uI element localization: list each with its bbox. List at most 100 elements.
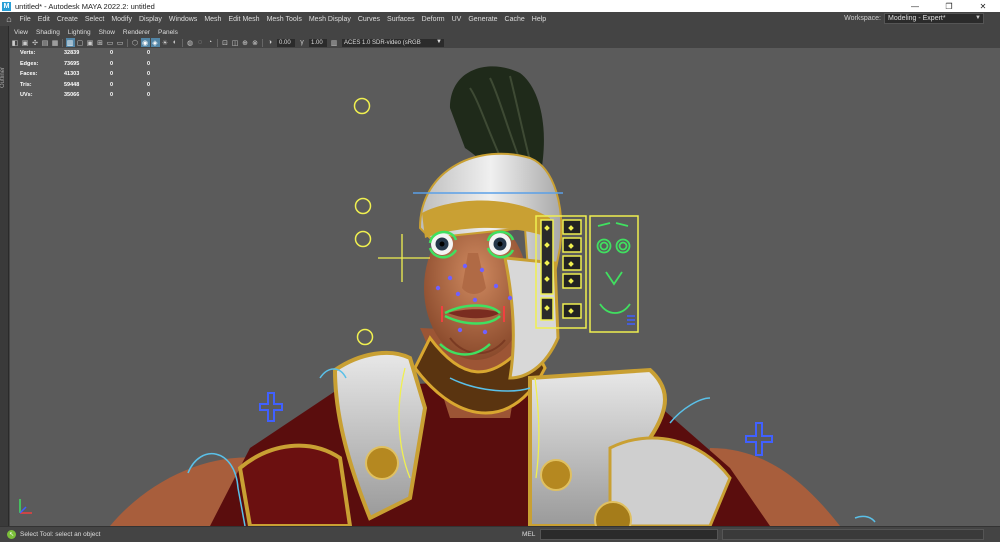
menu-cache[interactable]: Cache (501, 16, 528, 23)
panel-menu-panels[interactable]: Panels (154, 29, 182, 36)
menu-surfaces[interactable]: Surfaces (384, 16, 419, 23)
xray-joints-icon[interactable]: ⊕ (241, 38, 250, 47)
camera-attributes-icon[interactable]: ▣ (21, 38, 30, 47)
menu-mesh[interactable]: Mesh (201, 16, 225, 23)
minimize-button[interactable]: — (898, 0, 932, 12)
menu-deform[interactable]: Deform (418, 16, 448, 23)
menu-mesh-display[interactable]: Mesh Display (305, 16, 354, 23)
poly-count-hud: Verts: 32839 0 0 Edges: 73695 0 0 Faces:… (20, 48, 167, 101)
gamma-icon[interactable]: γ (298, 38, 307, 47)
isolate-select-icon[interactable]: ⊡ (221, 38, 230, 47)
chevron-down-icon: ▼ (436, 38, 442, 45)
yellow-circle-controls (353, 97, 374, 346)
menu-create[interactable]: Create (53, 16, 81, 23)
panel-menu-renderer[interactable]: Renderer (119, 29, 154, 36)
select-tool-icon: ↖ (7, 530, 16, 539)
home-icon[interactable]: ⌂ (2, 12, 16, 26)
outliner-label: Outliner (0, 66, 6, 88)
menu-edit[interactable]: Edit (34, 16, 53, 23)
anti-aliasing-icon[interactable]: ◔ (206, 38, 215, 47)
workspace-control: Workspace: Modeling - Expert* ▼ (844, 13, 984, 24)
field-chart-icon[interactable]: ⊞ (96, 38, 105, 47)
hud-row-faces: Faces: 41303 0 0 (20, 69, 167, 80)
hud-row-verts: Verts: 32839 0 0 (20, 48, 167, 59)
chevron-down-icon: ▼ (975, 15, 981, 21)
hud-value: 0 (147, 92, 151, 99)
window-title: untitled* - Autodesk MAYA 2022.2: untitl… (15, 1, 155, 11)
hud-value: 0 (110, 60, 114, 67)
gate-mask-icon[interactable]: ▣ (86, 38, 95, 47)
hud-value: 0 (147, 60, 151, 67)
panel-menu-show[interactable]: Show (95, 29, 119, 36)
help-text: Select Tool: select an object (20, 531, 101, 538)
main-menu-bar: ⌂ File Edit Create Select Modify Display… (0, 12, 1000, 26)
maya-app-icon: M (2, 1, 11, 11)
workspace-dropdown[interactable]: Modeling - Expert* ▼ (884, 13, 984, 24)
gamma-field[interactable]: 1.00 (309, 38, 327, 47)
hud-value: 0 (147, 71, 151, 78)
grid-icon[interactable]: ▦ (51, 38, 60, 47)
menu-mesh-tools[interactable]: Mesh Tools (263, 16, 305, 23)
outliner-strip[interactable]: Outliner (0, 26, 9, 526)
toolbar-divider (262, 38, 263, 47)
motion-blur-icon[interactable]: ◌ (196, 38, 205, 47)
command-result-field (722, 529, 984, 540)
safe-title-icon[interactable]: ▭ (116, 38, 125, 47)
view-transform-value: ACES 1.0 SDR-video (sRGB (344, 39, 421, 46)
hud-label: Tris: (20, 81, 32, 88)
menu-windows[interactable]: Windows (165, 16, 200, 23)
menu-curves[interactable]: Curves (354, 16, 383, 23)
scene-render (110, 66, 876, 526)
menu-edit-mesh[interactable]: Edit Mesh (225, 16, 263, 23)
perspective-viewport[interactable] (10, 48, 1000, 526)
shadows-icon[interactable]: ◐ (171, 38, 180, 47)
menu-uv[interactable]: UV (448, 16, 465, 23)
hud-value: 41303 (64, 71, 80, 78)
smooth-shade-icon[interactable]: ◉ (140, 38, 150, 47)
xray-components-icon[interactable]: ⊗ (251, 38, 260, 47)
hud-label: Verts: (20, 50, 36, 57)
toolbar-divider (217, 38, 218, 47)
color-management-icon[interactable]: ▥ (330, 38, 339, 47)
title-bar: M untitled* - Autodesk MAYA 2022.2: unti… (0, 0, 1000, 12)
menu-select[interactable]: Select (81, 16, 107, 23)
view-transform-dropdown[interactable]: ACES 1.0 SDR-video (sRGB ▼ (342, 38, 444, 47)
panel-menu-view[interactable]: View (10, 29, 32, 36)
hud-row-edges: Edges: 73695 0 0 (20, 59, 167, 70)
help-line: ↖ Select Tool: select an object MEL (0, 526, 1000, 542)
hud-label: Edges: (20, 60, 39, 67)
wireframe-icon[interactable]: ⬡ (131, 38, 140, 47)
viewport-toolbar: ◧ ▣ ✣ ▤ ▦ ▥ ▢ ▣ ⊞ ▭ ▭ ⬡ ◉ ◈ ☀ ◐ ◍ ◌ ◔ ⊡ … (10, 37, 1000, 48)
textured-icon[interactable]: ◈ (150, 38, 160, 47)
hud-value: 0 (110, 50, 114, 57)
film-gate-icon[interactable]: ▥ (65, 38, 75, 47)
restore-button[interactable]: ❐ (932, 0, 966, 12)
safe-action-icon[interactable]: ▭ (106, 38, 115, 47)
image-plane-icon[interactable]: ▤ (41, 38, 50, 47)
panel-menu-lighting[interactable]: Lighting (64, 29, 95, 36)
menu-help[interactable]: Help (528, 16, 549, 23)
bookmark-icon[interactable]: ✣ (31, 38, 40, 47)
exposure-field[interactable]: 0.00 (277, 38, 295, 47)
facial-gui-panel (589, 215, 639, 333)
workspace-label: Workspace: (844, 15, 881, 22)
mel-label[interactable]: MEL (522, 531, 535, 538)
command-line-input[interactable] (540, 529, 718, 540)
toolbar-divider (62, 38, 63, 47)
use-all-lights-icon[interactable]: ☀ (161, 38, 170, 47)
hud-row-uvs: UVs: 35066 0 0 (20, 90, 167, 101)
close-button[interactable]: ✕ (966, 0, 1000, 12)
hud-value: 35066 (64, 92, 80, 99)
exposure-icon[interactable]: ◑ (266, 38, 275, 47)
menu-display[interactable]: Display (135, 16, 165, 23)
xray-icon[interactable]: ◫ (231, 38, 240, 47)
menu-generate[interactable]: Generate (465, 16, 501, 23)
camera-select-icon[interactable]: ◧ (11, 38, 20, 47)
menu-file[interactable]: File (16, 16, 34, 23)
left-shoulder-plate (237, 443, 353, 526)
resolution-gate-icon[interactable]: ▢ (76, 38, 85, 47)
hud-label: UVs: (20, 92, 33, 99)
ambient-occlusion-icon[interactable]: ◍ (186, 38, 195, 47)
panel-menu-shading[interactable]: Shading (32, 29, 64, 36)
menu-modify[interactable]: Modify (108, 16, 136, 23)
